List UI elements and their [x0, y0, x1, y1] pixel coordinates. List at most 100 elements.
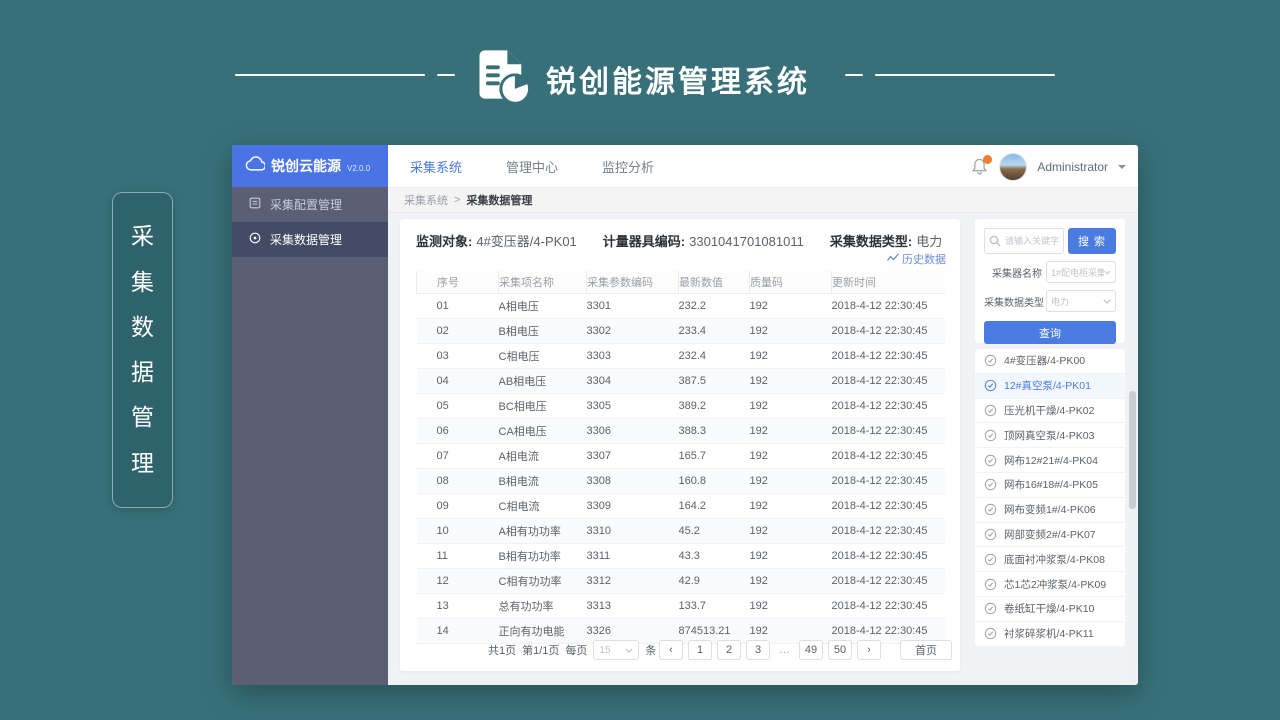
- tab-collect-system[interactable]: 采集系统: [410, 157, 462, 176]
- data-type-select[interactable]: 电力: [1046, 290, 1116, 312]
- circle-check-icon: [984, 379, 997, 392]
- data-panel: 监测对象:4#变压器/4-PK01 计量器具编码:330104170108101…: [400, 219, 960, 671]
- device-list-item[interactable]: 压光机干燥/4-PK02: [975, 399, 1125, 424]
- sidebar-logo: 锐创云能源 V2.0.0: [232, 145, 388, 187]
- module-side-tab-char: 管: [131, 406, 154, 429]
- table-cell: 12: [417, 568, 499, 593]
- breadcrumb-parent[interactable]: 采集系统: [404, 192, 448, 208]
- table-cell: 3302: [587, 318, 679, 343]
- module-side-tab: 采集数据管理: [112, 192, 173, 508]
- device-list-item[interactable]: 网布12#21#/4-PK04: [975, 448, 1125, 473]
- table-header-cell: 更新时间: [832, 271, 945, 293]
- tab-monitor-analysis[interactable]: 监控分析: [602, 157, 654, 176]
- first-page-button[interactable]: 首页: [900, 640, 952, 660]
- total-pages-text: 共1页: [488, 642, 516, 658]
- table-cell: 192: [750, 443, 832, 468]
- device-list-item[interactable]: 4#变压器/4-PK00: [975, 349, 1125, 374]
- table-cell: 10: [417, 518, 499, 543]
- table-cell: 133.7: [679, 593, 750, 618]
- bell-icon[interactable]: [971, 157, 989, 177]
- page-number-button[interactable]: 50: [828, 640, 852, 660]
- table-header-cell: 采集项名称: [499, 271, 587, 293]
- chevron-down-icon: [1103, 299, 1111, 304]
- device-list-item[interactable]: 网部变频2#/4-PK07: [975, 523, 1125, 548]
- search-button[interactable]: 搜 索: [1068, 228, 1116, 254]
- pagination-summary: 共1页 第1/1页 每页 15 条: [488, 640, 656, 660]
- per-page-label: 每页: [565, 642, 587, 658]
- chevron-down-icon[interactable]: [1118, 165, 1126, 173]
- device-list-item[interactable]: 底面衬冲浆泵/4-PK08: [975, 547, 1125, 572]
- tab-management-center[interactable]: 管理中心: [506, 157, 558, 176]
- table-cell: 07: [417, 443, 499, 468]
- device-list-item[interactable]: 网布16#18#/4-PK05: [975, 473, 1125, 498]
- table-cell: 3304: [587, 368, 679, 393]
- module-side-tab-char: 采: [131, 225, 154, 248]
- module-side-tab-char: 据: [131, 361, 154, 384]
- query-button[interactable]: 查询: [984, 321, 1116, 344]
- page-number-button[interactable]: 1: [688, 640, 712, 660]
- app-window: 锐创云能源 V2.0.0 采集配置管理 采集数据管理 采集系统 管理中心: [232, 145, 1138, 685]
- table-cell: 160.8: [679, 468, 750, 493]
- line-chart-icon: [887, 253, 899, 265]
- table-cell: BC相电压: [499, 393, 587, 418]
- scrollbar-thumb[interactable]: [1129, 391, 1136, 509]
- table-cell: 总有功功率: [499, 593, 587, 618]
- page-background: 锐创能源管理系统 采集数据管理 锐创云能源 V2.0.0 采集配置管理: [0, 0, 1280, 720]
- table-cell: 42.9: [679, 568, 750, 593]
- circle-check-icon: [984, 454, 997, 467]
- table-cell: 192: [750, 368, 832, 393]
- module-side-tab-char: 理: [131, 452, 154, 475]
- breadcrumb: 采集系统 > 采集数据管理: [388, 188, 1138, 213]
- notification-badge: [983, 155, 992, 164]
- page-number-button[interactable]: 49: [799, 640, 823, 660]
- table-cell: 2018-4-12 22:30:45: [832, 593, 945, 618]
- page-number-button[interactable]: 2: [717, 640, 741, 660]
- circle-check-icon: [984, 602, 997, 615]
- monitor-info-row: 监测对象:4#变压器/4-PK01 计量器具编码:330104170108101…: [416, 231, 942, 250]
- circle-check-icon: [984, 354, 997, 367]
- config-icon: [249, 197, 261, 212]
- table-cell: B相电流: [499, 468, 587, 493]
- username[interactable]: Administrator: [1037, 160, 1108, 174]
- per-page-select[interactable]: 15: [593, 640, 639, 660]
- table-cell: 2018-4-12 22:30:45: [832, 318, 945, 343]
- page-number-button[interactable]: 3: [746, 640, 770, 660]
- data-icon: [249, 232, 261, 247]
- next-page-button[interactable]: ›: [857, 640, 881, 660]
- device-list-item[interactable]: 衬浆碎浆机/4-PK11: [975, 622, 1125, 647]
- device-list-item[interactable]: 网布变频1#/4-PK06: [975, 498, 1125, 523]
- history-data-link[interactable]: 历史数据: [887, 251, 946, 267]
- table-row: 12C相有功功率331242.91922018-4-12 22:30:45: [417, 568, 945, 593]
- table-cell: 2018-4-12 22:30:45: [832, 518, 945, 543]
- collector-select[interactable]: 1#配电柜采集器: [1046, 261, 1116, 283]
- app-version: V2.0.0: [347, 164, 370, 173]
- table-cell: 01: [417, 293, 499, 318]
- collect-data-table: 序号采集项名称采集参数编码最新数值质量码更新时间 01A相电压3301232.2…: [416, 271, 945, 644]
- table-cell: 388.3: [679, 418, 750, 443]
- table-cell: C相有功功率: [499, 568, 587, 593]
- table-cell: 387.5: [679, 368, 750, 393]
- sidebar-item-collect-config[interactable]: 采集配置管理: [232, 187, 388, 222]
- circle-check-icon: [984, 528, 997, 541]
- device-list-item[interactable]: 顶网真空泵/4-PK03: [975, 423, 1125, 448]
- device-list-item[interactable]: 卷纸缸干燥/4-PK10: [975, 597, 1125, 622]
- content-area: 监测对象:4#变压器/4-PK01 计量器具编码:330104170108101…: [388, 213, 1138, 685]
- table-cell: 02: [417, 318, 499, 343]
- table-header-cell: 最新数值: [679, 271, 750, 293]
- table-cell: 2018-4-12 22:30:45: [832, 393, 945, 418]
- meter-code-value: 3301041701081011: [689, 234, 804, 249]
- collector-name-label: 采集器名称: [984, 265, 1046, 280]
- prev-page-button[interactable]: ‹: [659, 640, 683, 660]
- table-cell: B相有功功率: [499, 543, 587, 568]
- table-cell: 43.3: [679, 543, 750, 568]
- device-name: 衬浆碎浆机/4-PK11: [1004, 626, 1094, 641]
- device-list-item[interactable]: 12#真空泵/4-PK01: [975, 374, 1125, 399]
- sidebar-item-collect-data[interactable]: 采集数据管理: [232, 222, 388, 257]
- table-row: 08B相电流3308160.81922018-4-12 22:30:45: [417, 468, 945, 493]
- table-cell: 3310: [587, 518, 679, 543]
- circle-check-icon: [984, 404, 997, 417]
- table-cell: 3307: [587, 443, 679, 468]
- table-cell: 45.2: [679, 518, 750, 543]
- device-list-item[interactable]: 芯1芯2冲浆泵/4-PK09: [975, 572, 1125, 597]
- avatar[interactable]: [999, 153, 1027, 181]
